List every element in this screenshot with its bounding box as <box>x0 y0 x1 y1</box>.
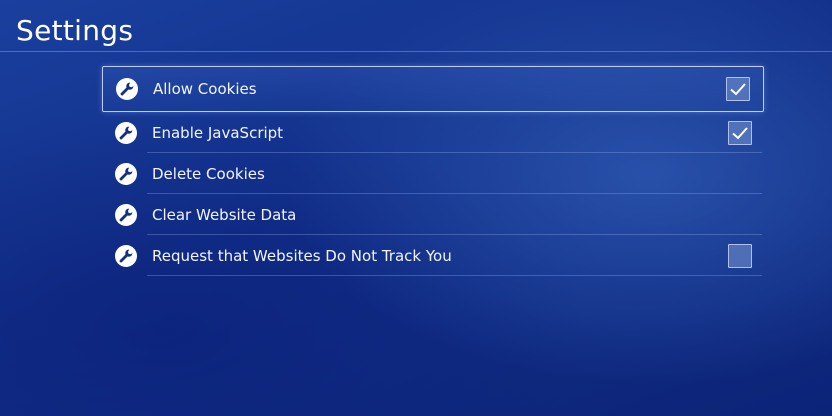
setting-label: Delete Cookies <box>152 164 265 183</box>
enable-javascript-checkbox[interactable] <box>728 120 752 145</box>
setting-row-do-not-track[interactable]: Request that Websites Do Not Track You <box>102 235 764 276</box>
setting-label: Request that Websites Do Not Track You <box>152 246 452 265</box>
setting-row-delete-cookies[interactable]: Delete Cookies <box>102 153 764 194</box>
do-not-track-checkbox[interactable] <box>728 243 752 268</box>
setting-row-enable-javascript[interactable]: Enable JavaScript <box>102 112 764 153</box>
row-divider <box>147 275 762 276</box>
setting-label: Enable JavaScript <box>152 123 284 142</box>
setting-label: Clear Website Data <box>152 205 297 224</box>
wrench-icon <box>115 162 137 185</box>
wrench-icon <box>116 78 138 100</box>
settings-list: Allow Cookies Enable JavaScript Delete C… <box>102 66 764 276</box>
setting-label: Allow Cookies <box>153 80 257 98</box>
wrench-icon <box>115 121 137 144</box>
wrench-icon <box>115 203 137 226</box>
setting-row-allow-cookies[interactable]: Allow Cookies <box>102 66 764 112</box>
wrench-icon <box>115 244 137 267</box>
page-title: Settings <box>16 14 134 47</box>
checkmark-icon <box>730 83 746 96</box>
checkmark-icon <box>732 126 748 139</box>
setting-row-clear-website-data[interactable]: Clear Website Data <box>102 194 764 235</box>
allow-cookies-checkbox[interactable] <box>726 77 750 101</box>
header-bar: Settings <box>0 0 832 52</box>
